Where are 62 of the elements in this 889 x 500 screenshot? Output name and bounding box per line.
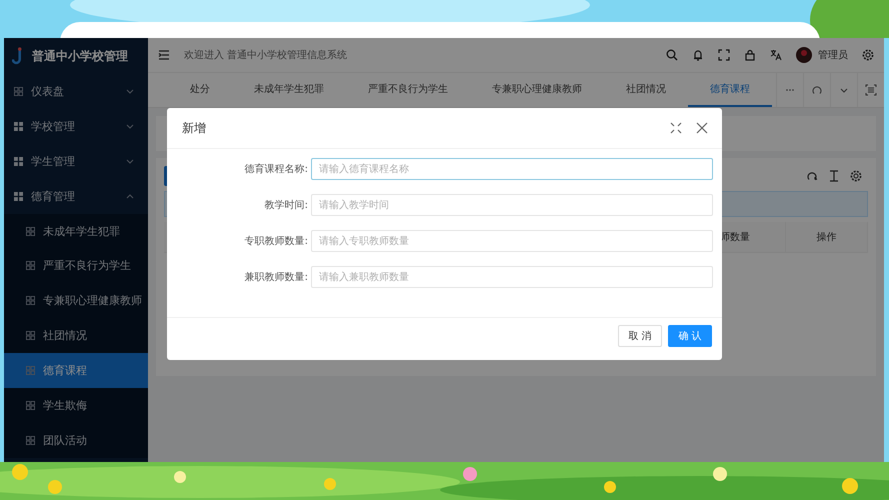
menu-item[interactable]: 学校管理: [4, 108, 148, 144]
chevron-icon: [126, 124, 134, 129]
input-field[interactable]: 请输入专职教师数量: [311, 230, 713, 252]
fullscreen-icon[interactable]: [718, 49, 730, 61]
menu-item[interactable]: 社团情况: [4, 318, 148, 354]
confirm-button[interactable]: 确 认: [668, 325, 712, 347]
grid-icon: [26, 400, 35, 410]
menu-item[interactable]: 团队活动: [4, 422, 148, 458]
column-height-icon[interactable]: [828, 170, 840, 182]
field-label: 德育课程名称:: [244, 162, 309, 176]
settings-icon[interactable]: [862, 49, 874, 61]
refresh-icon[interactable]: [806, 170, 818, 182]
grid-icon: [26, 436, 35, 445]
welcome-text: 欢迎进入 普通中小学校管理信息系统: [184, 48, 348, 62]
settings-icon[interactable]: [850, 170, 862, 182]
menu-item[interactable]: 专兼职心理健康教师: [4, 283, 148, 318]
bell-icon[interactable]: [692, 49, 704, 61]
grid-icon: [26, 296, 35, 306]
tab[interactable]: 处分: [168, 73, 232, 107]
menu-item[interactable]: 未成年学生犯罪: [4, 214, 148, 248]
menu-item[interactable]: 德育管理: [4, 178, 148, 214]
search-icon[interactable]: [666, 49, 678, 61]
close-icon[interactable]: [696, 122, 708, 134]
chevron-icon: [126, 158, 134, 164]
lock-icon[interactable]: [744, 49, 756, 61]
expand-icon[interactable]: [670, 122, 682, 134]
column-header: 操作: [786, 222, 868, 252]
input-field[interactable]: 请输入德育课程名称: [311, 158, 713, 180]
grid-icon: [26, 331, 35, 340]
app-title: 普通中小学校管理: [32, 48, 128, 64]
refresh-icon[interactable]: [811, 84, 823, 96]
fullscreen-icon[interactable]: [865, 84, 877, 96]
tab[interactable]: 社团情况: [604, 73, 688, 107]
grid-icon: [14, 86, 23, 96]
grid-icon: [14, 122, 23, 131]
tab[interactable]: 严重不良行为学生: [346, 73, 470, 107]
input-field[interactable]: 请输入教学时间: [311, 194, 713, 216]
field-label: 兼职教师数量:: [244, 271, 309, 284]
grid-icon: [26, 226, 35, 236]
field-label: 教学时间:: [264, 198, 309, 212]
menu-item[interactable]: 德育课程: [4, 353, 148, 388]
tab[interactable]: 专兼职心理健康教师: [470, 73, 604, 107]
user-name[interactable]: 管理员: [818, 48, 848, 62]
grid-icon: [26, 261, 35, 270]
menu-item[interactable]: 学生欺侮: [4, 388, 148, 423]
input-field[interactable]: 请输入兼职教师数量: [311, 266, 713, 288]
menu-item[interactable]: 仪表盘: [4, 74, 148, 109]
grid-icon: [14, 192, 23, 201]
grid-icon: [14, 156, 23, 166]
translate-icon[interactable]: [770, 49, 782, 61]
tab[interactable]: 未成年学生犯罪: [232, 73, 346, 107]
cancel-button[interactable]: 取 消: [618, 325, 662, 347]
dialog-title: 新增: [182, 120, 206, 136]
grid-icon: [26, 366, 35, 376]
field-label: 专职教师数量:: [244, 234, 309, 248]
menu-item[interactable]: 严重不良行为学生: [4, 248, 148, 284]
logo-icon: [12, 47, 24, 65]
chevron-icon: [126, 194, 134, 199]
avatar[interactable]: [796, 47, 812, 63]
menu-item[interactable]: 学生管理: [4, 144, 148, 179]
menu-icon[interactable]: [158, 49, 170, 61]
chevron-icon: [126, 88, 134, 94]
